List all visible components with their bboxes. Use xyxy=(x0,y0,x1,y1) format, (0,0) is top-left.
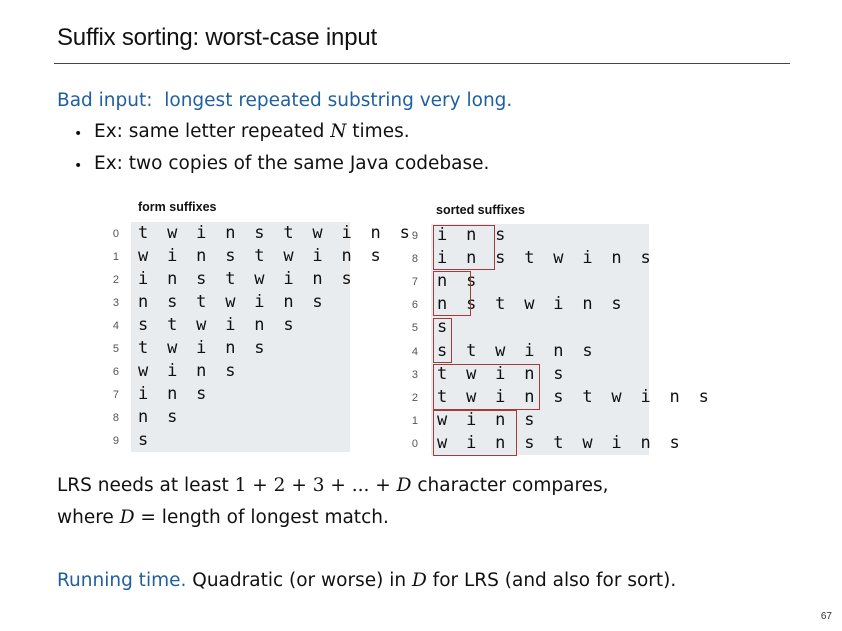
bad-input-label: Bad input: xyxy=(57,90,153,111)
bullet-icon: • xyxy=(74,126,83,142)
bullet-1-var: N xyxy=(330,121,347,142)
form-suffix-row: i n s t w i n s xyxy=(138,269,357,289)
match-highlight-box xyxy=(433,318,452,363)
form-suffix-index: 5 xyxy=(112,343,119,355)
sorted-suffix-index: 9 xyxy=(411,230,418,242)
sorted-suffix-index: 2 xyxy=(411,391,418,404)
form-suffixes-caption: form suffixes xyxy=(138,200,217,214)
match-highlight-box xyxy=(433,410,517,456)
form-suffix-index: 3 xyxy=(112,297,119,309)
slide-title: Suffix sorting: worst-case input xyxy=(57,24,377,51)
sorted-suffixes-caption: sorted suffixes xyxy=(436,203,525,217)
form-suffix-row: s t w i n s xyxy=(138,315,298,335)
sorted-suffix-index: 3 xyxy=(411,368,418,381)
lrs-line1-suffix: character compares, xyxy=(411,475,609,496)
form-suffix-row: w i n s xyxy=(138,361,240,381)
running-time-line: Running time. Quadratic (or worse) in D … xyxy=(57,570,676,591)
title-rule xyxy=(54,63,790,64)
match-highlight-box xyxy=(433,364,540,410)
bullet-1-prefix: Ex: same letter repeated xyxy=(94,121,331,142)
running-time-label: Running time. xyxy=(57,570,187,591)
sorted-suffix-row: s t w i n s xyxy=(437,340,597,361)
bullet-1-suffix: times. xyxy=(346,121,410,142)
form-suffix-index: 8 xyxy=(112,412,119,424)
bullet-item-2: Ex: two copies of the same Java codebase… xyxy=(94,153,489,174)
bullet-item-1: Ex: same letter repeated N times. xyxy=(94,121,410,142)
form-suffix-row: n s t w i n s xyxy=(138,292,327,312)
bullet-2-text: Ex: two copies of the same Java codebase… xyxy=(94,153,490,174)
sorted-suffix-index: 5 xyxy=(411,322,418,335)
sorted-suffix-index: 0 xyxy=(411,437,418,450)
form-suffix-row: w i n s t w i n s xyxy=(138,246,386,266)
bad-input-text: longest repeated substring very long. xyxy=(164,90,513,111)
form-suffix-index: 0 xyxy=(112,228,119,240)
page-number: 67 xyxy=(820,611,832,622)
lrs-line2-prefix: where xyxy=(57,507,120,528)
bullet-icon: • xyxy=(74,158,83,174)
lrs-line-2: where D = length of longest match. xyxy=(57,507,389,528)
lrs-formula: 1 + 2 + 3 + ... + xyxy=(234,475,397,496)
lrs-formula-var: D xyxy=(396,475,412,496)
running-time-var: D xyxy=(411,570,427,591)
form-suffix-row: s xyxy=(138,430,153,450)
form-suffix-index: 1 xyxy=(112,251,119,263)
form-suffix-row: i n s xyxy=(138,384,211,404)
bad-input-line: Bad input: longest repeated substring ve… xyxy=(57,90,512,111)
sorted-suffix-index: 7 xyxy=(411,276,418,289)
lrs-line2-var: D xyxy=(119,507,135,528)
sorted-suffix-index: 1 xyxy=(411,414,418,427)
form-suffix-row: n s xyxy=(138,407,182,427)
form-suffix-index: 9 xyxy=(112,435,119,447)
form-suffix-index: 6 xyxy=(112,366,119,378)
sorted-suffix-index: 8 xyxy=(411,253,418,266)
form-suffix-row: t w i n s t w i n s xyxy=(138,223,415,243)
form-suffix-index: 2 xyxy=(112,274,119,286)
match-highlight-box xyxy=(433,225,495,270)
match-highlight-box xyxy=(433,271,471,316)
lrs-line1-prefix: LRS needs at least xyxy=(57,475,235,496)
lrs-line-1: LRS needs at least 1 + 2 + 3 + ... + D c… xyxy=(57,475,609,496)
lrs-line2-suffix: = length of longest match. xyxy=(134,507,389,528)
running-time-suffix: for LRS (and also for sort). xyxy=(426,570,677,591)
form-suffix-row: t w i n s xyxy=(138,338,269,358)
form-suffix-index: 7 xyxy=(112,389,119,401)
sorted-suffix-index: 6 xyxy=(411,299,418,312)
sorted-suffix-index: 4 xyxy=(411,345,418,358)
form-suffix-index: 4 xyxy=(112,320,119,332)
running-time-prefix: Quadratic (or worse) in xyxy=(186,570,412,591)
